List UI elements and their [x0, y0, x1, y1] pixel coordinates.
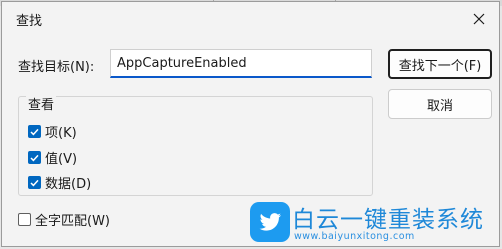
title-bar[interactable]: 查找 [2, 2, 499, 36]
checkbox-label: 项(K) [45, 126, 77, 141]
data-checkbox[interactable]: 数据(D) [28, 173, 91, 192]
match-whole-string-checkbox[interactable]: 全字匹配(W) [18, 210, 110, 229]
dialog-title: 查找 [16, 14, 43, 29]
checkmark-icon [30, 179, 39, 186]
checkbox-label: 值(V) [45, 152, 78, 167]
look-at-group-title: 查看 [26, 94, 57, 113]
checkbox-box[interactable] [28, 151, 41, 164]
find-next-label: 查找下一个(F) [398, 58, 482, 74]
checkbox-label: 全字匹配(W) [35, 214, 110, 229]
checkbox-box[interactable] [18, 213, 31, 226]
cancel-button[interactable]: 取消 [388, 89, 492, 119]
find-next-button[interactable]: 查找下一个(F) [388, 49, 492, 79]
watermark-url: www.baiyunxitong.com [294, 231, 415, 242]
checkmark-icon [30, 154, 39, 161]
checkbox-label: 数据(D) [45, 177, 92, 192]
find-what-label: 查找目标(N): [18, 60, 95, 75]
close-icon [473, 13, 485, 25]
watermark: 白云一键重装系统 www.baiyunxitong.com [248, 200, 498, 244]
twitter-bird-icon [250, 202, 290, 242]
keys-checkbox[interactable]: 项(K) [28, 122, 77, 141]
values-checkbox[interactable]: 值(V) [28, 148, 77, 167]
close-button[interactable] [465, 6, 493, 32]
watermark-title: 白云一键重装系统 [292, 207, 484, 233]
checkbox-box[interactable] [28, 176, 41, 189]
cancel-label: 取消 [426, 98, 453, 114]
find-what-input[interactable] [110, 49, 372, 78]
checkmark-icon [30, 128, 39, 135]
checkbox-box[interactable] [28, 125, 41, 138]
